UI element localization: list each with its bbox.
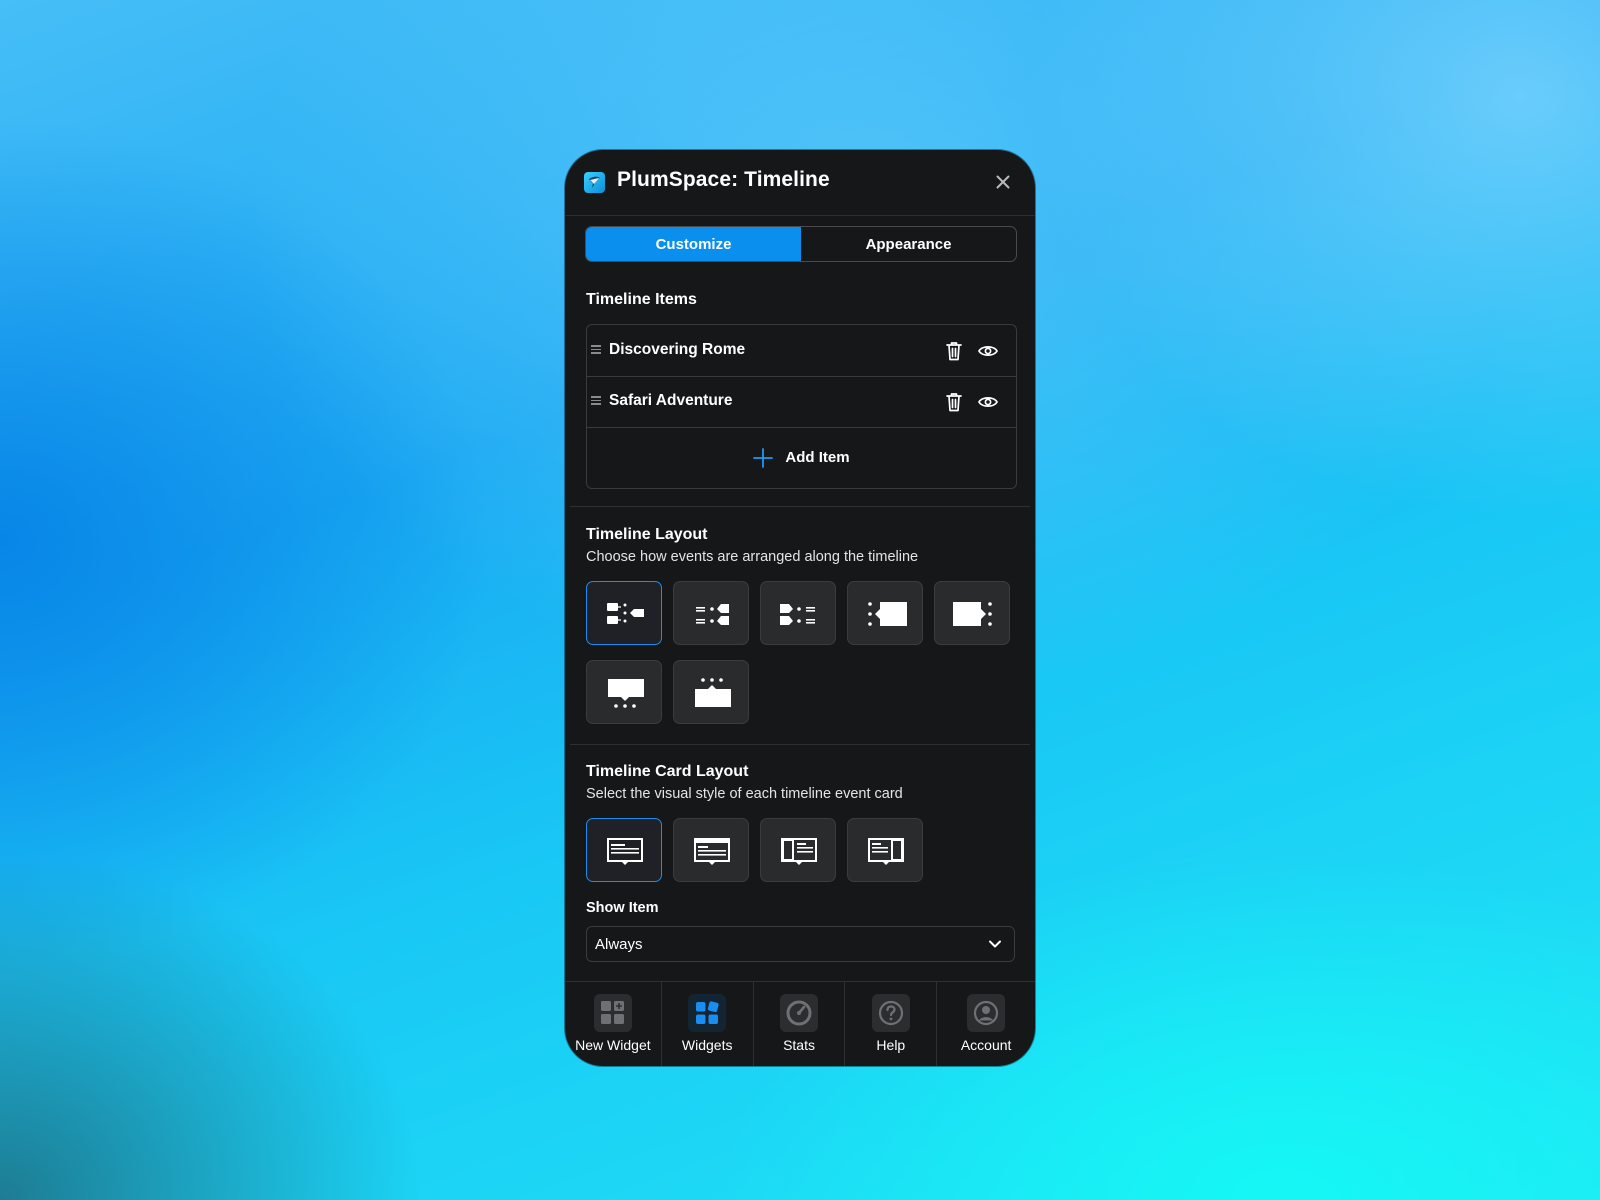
show-item-label: Show Item	[586, 900, 659, 916]
layout-option-left-cards[interactable]	[760, 581, 836, 645]
chevron-down-icon	[989, 940, 1001, 948]
nav-label: New Widget	[575, 1037, 651, 1053]
show-item-select[interactable]: Always	[586, 926, 1015, 962]
timeline-layout-subtitle: Choose how events are arranged along the…	[586, 549, 919, 565]
nav-help[interactable]: Help	[844, 982, 936, 1066]
card-style-image-top[interactable]	[673, 818, 749, 882]
trash-icon[interactable]	[944, 340, 964, 367]
divider	[570, 506, 1030, 507]
nav-label: Widgets	[681, 1037, 733, 1053]
card-style-image-left[interactable]	[760, 818, 836, 882]
app-logo-icon	[584, 172, 605, 193]
eye-icon[interactable]	[977, 341, 999, 366]
settings-tabs: Customize Appearance	[585, 226, 1017, 262]
help-icon	[871, 994, 910, 1032]
item-label: Safari Adventure	[609, 392, 733, 409]
layout-option-right-cards[interactable]	[673, 581, 749, 645]
show-item-value: Always	[595, 936, 643, 953]
bottom-navigation: New Widget Widgets Stats Help Account	[565, 981, 1035, 1066]
add-item-button[interactable]: Add Item	[587, 427, 1016, 488]
layout-option-line-left-wide[interactable]	[847, 581, 923, 645]
stats-gauge-icon	[780, 994, 819, 1032]
list-item[interactable]: Discovering Rome	[587, 325, 1016, 377]
layout-option-alternating-cards[interactable]	[586, 581, 662, 645]
nav-account[interactable]: Account	[936, 982, 1035, 1066]
nav-stats[interactable]: Stats	[752, 982, 845, 1066]
add-item-label: Add Item	[785, 449, 850, 466]
timeline-layout-heading: Timeline Layout	[586, 526, 708, 543]
timeline-items-list: Discovering Rome Safari Adventure Add It…	[586, 324, 1017, 489]
drag-handle-icon[interactable]	[591, 345, 601, 356]
card-style-image-right[interactable]	[847, 818, 923, 882]
tab-appearance[interactable]: Appearance	[801, 227, 1016, 261]
list-item[interactable]: Safari Adventure	[587, 376, 1016, 428]
nav-label: Account	[960, 1037, 1012, 1053]
nav-new-widget[interactable]: New Widget	[565, 982, 661, 1066]
nav-label: Help	[876, 1037, 906, 1053]
nav-label: Stats	[783, 1037, 815, 1053]
item-label: Discovering Rome	[609, 341, 746, 358]
drag-handle-icon[interactable]	[591, 396, 601, 407]
tab-customize[interactable]: Customize	[586, 227, 801, 261]
layout-option-horizontal-bottom[interactable]	[673, 660, 749, 724]
card-layout-heading: Timeline Card Layout	[586, 763, 749, 780]
timeline-items-heading: Timeline Items	[586, 291, 697, 308]
layout-option-line-right-wide[interactable]	[934, 581, 1010, 645]
page-title: PlumSpace: Timeline	[617, 168, 830, 191]
nav-widgets[interactable]: Widgets	[660, 982, 753, 1066]
plus-icon	[753, 447, 774, 468]
layout-option-horizontal-top[interactable]	[586, 660, 662, 724]
close-icon[interactable]	[991, 170, 1015, 194]
widgets-icon	[688, 994, 727, 1032]
new-widget-icon	[593, 994, 632, 1032]
card-style-text-only[interactable]	[586, 818, 662, 882]
eye-icon[interactable]	[977, 392, 999, 417]
account-icon	[967, 994, 1006, 1032]
divider	[570, 744, 1030, 745]
trash-icon[interactable]	[944, 391, 964, 418]
panel-header: PlumSpace: Timeline	[565, 150, 1035, 216]
card-layout-subtitle: Select the visual style of each timeline…	[586, 786, 903, 802]
timeline-settings-panel: PlumSpace: Timeline Customize Appearance…	[565, 150, 1035, 1066]
